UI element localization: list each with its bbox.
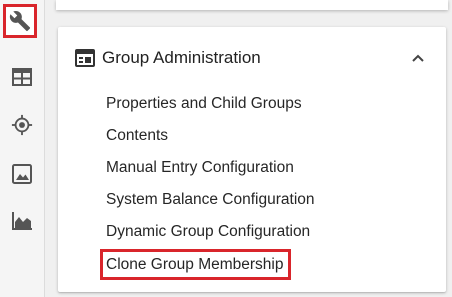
admin-window-icon <box>75 49 95 67</box>
chevron-up-icon <box>411 50 425 68</box>
rail-item-tables[interactable] <box>7 62 37 92</box>
menu-item-properties-and-child-groups[interactable]: Properties and Child Groups <box>106 93 302 115</box>
wrench-icon <box>9 10 31 32</box>
image-icon <box>12 164 32 184</box>
target-icon <box>11 114 33 136</box>
rail-item-tools[interactable] <box>3 4 37 38</box>
rail-item-trends[interactable] <box>7 206 37 236</box>
menu-item-system-balance-configuration[interactable]: System Balance Configuration <box>106 189 315 211</box>
menu-item-dynamic-group-configuration[interactable]: Dynamic Group Configuration <box>106 221 310 243</box>
menu-item-contents[interactable]: Contents <box>106 125 168 147</box>
app-root: Group Administration Properties and Chil… <box>0 0 452 297</box>
side-rail <box>0 0 45 297</box>
table-icon <box>12 68 32 86</box>
top-header-bar <box>56 0 448 10</box>
rail-item-images[interactable] <box>7 159 37 189</box>
menu-item-manual-entry-configuration[interactable]: Manual Entry Configuration <box>106 157 294 179</box>
area-chart-icon <box>11 211 33 231</box>
menu-item-clone-group-membership[interactable]: Clone Group Membership <box>100 249 292 280</box>
group-administration-panel: Group Administration Properties and Chil… <box>58 27 446 292</box>
rail-item-targets[interactable] <box>7 110 37 140</box>
panel-header[interactable]: Group Administration <box>58 27 446 91</box>
panel-title: Group Administration <box>102 48 261 67</box>
collapse-button[interactable] <box>408 49 428 69</box>
